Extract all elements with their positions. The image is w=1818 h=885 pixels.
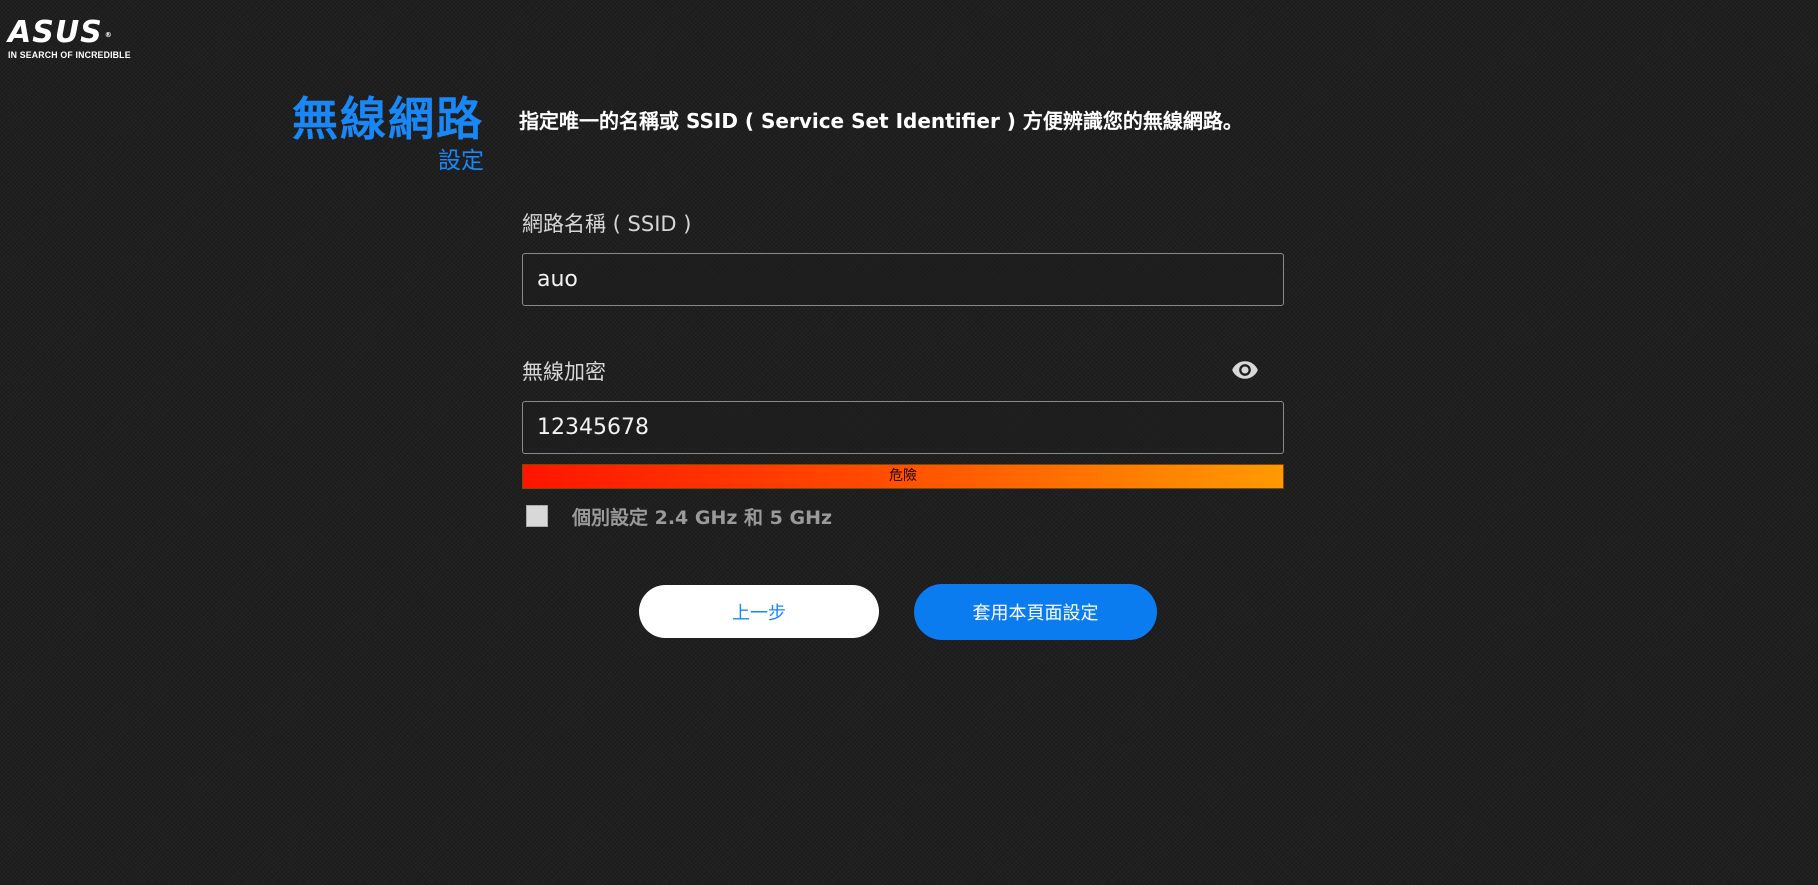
logo-wordmark: ASUS ® [8, 15, 113, 50]
apply-settings-button[interactable]: 套用本頁面設定 [914, 584, 1157, 640]
page-description: 指定唯一的名稱或 SSID ( Service Set Identifier )… [519, 109, 1243, 133]
password-strength-bar: 危險 [522, 464, 1284, 489]
password-label: 無線加密 [522, 360, 606, 384]
separate-band-option[interactable]: 個別設定 2.4 GHz 和 5 GHz [526, 503, 832, 529]
password-input[interactable] [522, 401, 1284, 454]
back-button[interactable]: 上一步 [639, 585, 879, 638]
page-header: 無線網路 設定 [292, 92, 484, 176]
asus-logo: ASUS ® IN SEARCH OF INCREDIBLE [8, 18, 138, 62]
page-title: 無線網路 [292, 92, 484, 146]
separate-band-label: 個別設定 2.4 GHz 和 5 GHz [572, 506, 833, 529]
ssid-label: 網路名稱 ( SSID ) [522, 212, 692, 236]
eye-icon[interactable] [1228, 356, 1262, 384]
separate-band-checkbox[interactable] [526, 505, 548, 527]
logo-tagline: IN SEARCH OF INCREDIBLE [8, 50, 131, 61]
ssid-input[interactable] [522, 253, 1284, 306]
page-subtitle: 設定 [438, 148, 484, 174]
